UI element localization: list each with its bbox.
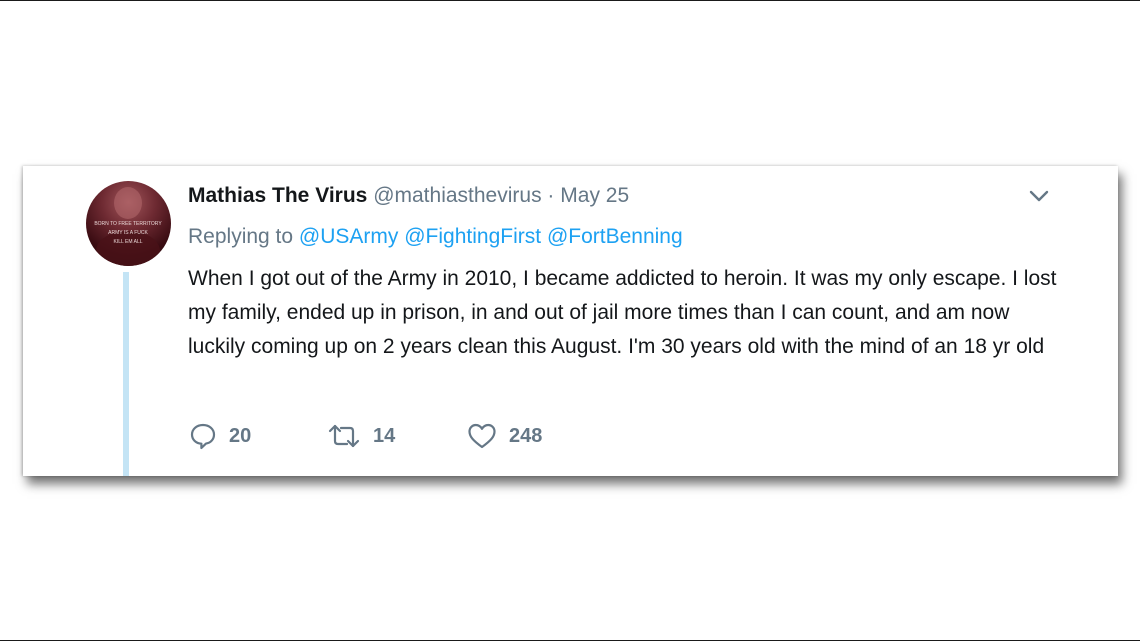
author-name[interactable]: Mathias The Virus [188, 184, 367, 207]
replying-label: Replying to [188, 225, 294, 248]
like-button[interactable]: 248 [467, 419, 542, 453]
retweet-arrows-icon [327, 423, 361, 449]
avatar-text-line-1: BORN TO FREE TERRITORY [94, 221, 162, 227]
avatar-text-line-3: KILL EM ALL [114, 239, 143, 245]
avatar-image: BORN TO FREE TERRITORY ARMY IS A FUCK KI… [94, 187, 162, 266]
reply-button[interactable]: 20 [189, 419, 251, 453]
thread-line [123, 272, 129, 476]
screenshot-frame: BORN TO FREE TERRITORY ARMY IS A FUCK KI… [0, 0, 1140, 641]
tweet-header: Mathias The Virus @mathiasthevirus · May… [188, 182, 629, 210]
avatar[interactable]: BORN TO FREE TERRITORY ARMY IS A FUCK KI… [86, 181, 171, 266]
mention-fightingfirst[interactable]: @FightingFirst [404, 225, 541, 248]
tweet-text: When I got out of the Army in 2010, I be… [188, 267, 1057, 358]
header-separator: · [547, 184, 555, 207]
mention-fortbenning[interactable]: @FortBenning [547, 225, 683, 248]
author-handle[interactable]: @mathiasthevirus [373, 184, 541, 207]
like-count: 248 [509, 424, 543, 447]
retweet-count: 14 [373, 424, 396, 447]
avatar-text-line-2: ARMY IS A FUCK [108, 230, 148, 236]
speech-bubble-icon [189, 422, 217, 450]
tweet-card[interactable]: BORN TO FREE TERRITORY ARMY IS A FUCK KI… [23, 166, 1118, 476]
chevron-down-icon[interactable] [1026, 186, 1052, 206]
replying-to: Replying to @USArmy @FightingFirst @Fort… [188, 223, 683, 251]
heart-icon [467, 422, 497, 450]
tweet-date[interactable]: May 25 [560, 184, 629, 207]
reply-count: 20 [229, 424, 252, 447]
mention-usarmy[interactable]: @USArmy [299, 225, 398, 248]
retweet-button[interactable]: 14 [327, 419, 395, 453]
